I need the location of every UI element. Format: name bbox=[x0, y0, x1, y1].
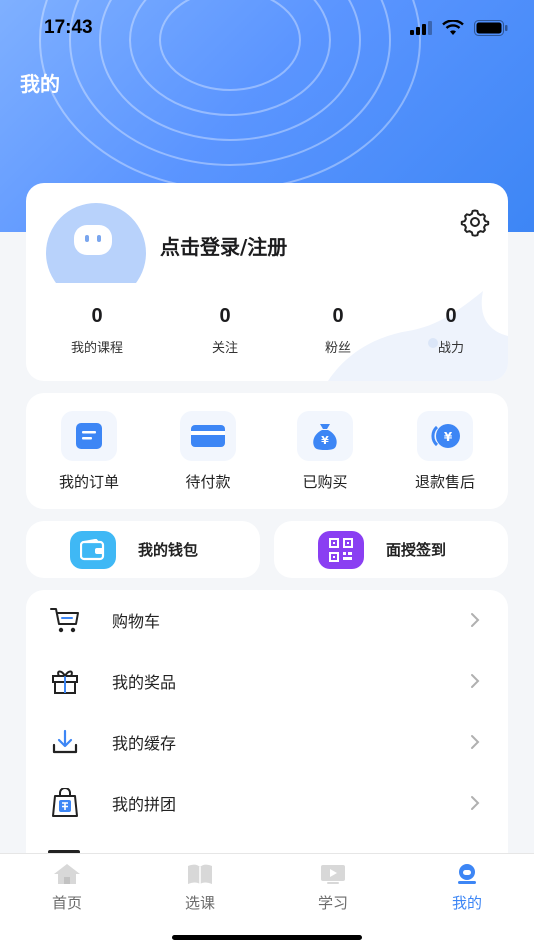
page-title: 我的 bbox=[20, 72, 60, 96]
menu-label: 我的拼团 bbox=[112, 795, 177, 814]
tab-study[interactable]: 学习 bbox=[283, 862, 383, 913]
stat-value: 0 bbox=[332, 305, 344, 327]
checkin-button[interactable]: 面授签到 bbox=[274, 521, 508, 578]
home-icon bbox=[54, 864, 80, 884]
order-icon-box: ¥ bbox=[297, 411, 353, 461]
stat-following[interactable]: 0 关注 bbox=[175, 301, 275, 356]
wallet-icon bbox=[80, 538, 105, 560]
stat-value: 0 bbox=[219, 305, 231, 327]
stat-power[interactable]: 0 战力 bbox=[401, 301, 501, 356]
menu-item-group-buy[interactable]: 我的拼团 bbox=[26, 773, 508, 833]
profile-card: 点击登录/注册 0 我的课程 0 关注 0 粉丝 0 战力 bbox=[26, 183, 508, 381]
stat-value: 0 bbox=[445, 305, 457, 327]
tab-label: 首页 bbox=[51, 894, 82, 912]
wifi-icon bbox=[442, 20, 464, 35]
chevron-right-icon bbox=[471, 613, 480, 627]
wallet-button[interactable]: 我的钱包 bbox=[26, 521, 260, 578]
order-list-icon bbox=[76, 423, 102, 449]
stat-label: 我的课程 bbox=[70, 341, 123, 356]
menu-item-cache[interactable]: 我的缓存 bbox=[26, 712, 508, 772]
gift-icon bbox=[52, 670, 78, 694]
order-item-my-orders[interactable]: 我的订单 bbox=[29, 411, 149, 492]
order-label: 我的订单 bbox=[58, 473, 119, 491]
menu-label: 购物车 bbox=[112, 612, 161, 631]
refund-icon: ¥ bbox=[431, 424, 460, 448]
login-register-link[interactable]: 点击登录/注册 bbox=[160, 231, 287, 260]
qr-code-icon bbox=[329, 537, 353, 562]
order-icon-box bbox=[61, 411, 117, 461]
stat-value: 0 bbox=[91, 305, 103, 327]
card-icon bbox=[191, 425, 225, 447]
home-indicator bbox=[172, 935, 362, 940]
chevron-right-icon bbox=[471, 796, 480, 810]
tab-icon-wrap bbox=[283, 862, 383, 886]
group-buy-icon bbox=[52, 788, 78, 817]
order-icon-box bbox=[180, 411, 236, 461]
tab-profile[interactable]: 我的 bbox=[417, 862, 517, 913]
profile-icon bbox=[458, 864, 476, 884]
stat-label: 关注 bbox=[211, 341, 238, 356]
order-label: 待付款 bbox=[185, 473, 231, 491]
menu-icon-wrap bbox=[50, 727, 80, 757]
tab-label: 学习 bbox=[317, 894, 348, 912]
checkin-icon-box bbox=[318, 530, 364, 569]
menu-icon-wrap bbox=[50, 605, 80, 635]
order-label: 已购买 bbox=[302, 473, 348, 491]
orders-card: 我的订单 待付款 ¥ 已购买 ¥ 退款售后 bbox=[26, 393, 508, 509]
stat-label: 战力 bbox=[437, 341, 464, 356]
battery-icon bbox=[474, 20, 508, 36]
checkin-label: 面授签到 bbox=[386, 541, 447, 559]
chevron-right-icon bbox=[471, 735, 480, 749]
menu-label: 我的缓存 bbox=[112, 734, 177, 753]
menu-icon-wrap bbox=[50, 666, 80, 696]
tab-icon-wrap bbox=[150, 862, 250, 886]
order-icon-box: ¥ bbox=[417, 411, 473, 461]
menu-item-cart[interactable]: 购物车 bbox=[26, 590, 508, 650]
order-item-purchased[interactable]: ¥ 已购买 bbox=[265, 411, 385, 492]
wallet-icon-box bbox=[70, 530, 116, 569]
menu-label: 我的奖品 bbox=[112, 673, 177, 692]
status-icons bbox=[410, 20, 508, 36]
svg-text:¥: ¥ bbox=[444, 430, 453, 444]
video-icon bbox=[321, 865, 345, 884]
menu-list: 购物车 我的奖品 我的缓存 我的拼团 bbox=[26, 590, 508, 890]
tab-label: 我的 bbox=[451, 894, 482, 912]
book-icon bbox=[188, 864, 212, 884]
tab-icon-wrap bbox=[417, 862, 517, 886]
wallet-label: 我的钱包 bbox=[138, 541, 199, 559]
order-item-pending-payment[interactable]: 待付款 bbox=[148, 411, 268, 492]
status-bar: 17:43 bbox=[0, 0, 534, 56]
menu-item-prizes[interactable]: 我的奖品 bbox=[26, 651, 508, 711]
order-item-refund[interactable]: ¥ 退款售后 bbox=[385, 411, 505, 492]
menu-icon-wrap bbox=[50, 788, 80, 818]
status-time: 17:43 bbox=[44, 17, 93, 38]
order-label: 退款售后 bbox=[414, 473, 475, 491]
cart-icon bbox=[50, 608, 79, 633]
stat-label: 粉丝 bbox=[324, 341, 351, 356]
chevron-right-icon bbox=[471, 674, 480, 688]
avatar[interactable] bbox=[46, 203, 146, 283]
stat-fans[interactable]: 0 粉丝 bbox=[288, 301, 388, 356]
svg-text:¥: ¥ bbox=[321, 434, 329, 447]
profile-stats: 0 我的课程 0 关注 0 粉丝 0 战力 bbox=[26, 301, 508, 361]
signal-icon bbox=[410, 21, 432, 35]
tab-home[interactable]: 首页 bbox=[17, 862, 117, 913]
avatar-icon bbox=[46, 203, 146, 283]
tab-courses[interactable]: 选课 bbox=[150, 862, 250, 913]
money-bag-icon: ¥ bbox=[313, 424, 337, 450]
tab-label: 选课 bbox=[184, 894, 215, 912]
stat-courses[interactable]: 0 我的课程 bbox=[47, 301, 147, 356]
download-icon bbox=[52, 729, 78, 754]
gear-icon[interactable] bbox=[460, 207, 490, 237]
tab-icon-wrap bbox=[17, 862, 117, 886]
